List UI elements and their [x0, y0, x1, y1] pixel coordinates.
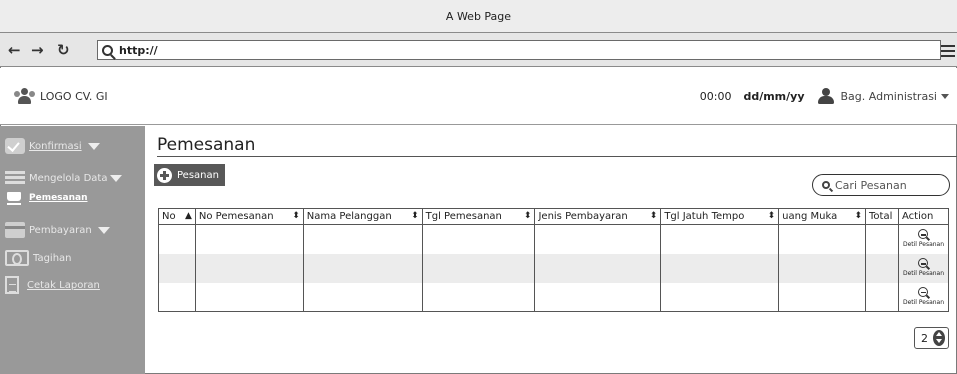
sort-icon: ⬍ — [854, 211, 863, 221]
hamburger-icon[interactable] — [941, 45, 955, 57]
add-pesanan-label: Pesanan — [177, 169, 219, 181]
clock-time: 00:00 — [699, 89, 732, 103]
card-icon — [5, 222, 25, 238]
column-header-tgl-jatuh-tempo[interactable]: Tgl Jatuh Tempo ⬍ — [660, 208, 780, 225]
logo-text: LOGO CV. GI — [40, 89, 108, 103]
sidebar-item-konfirmasi[interactable]: Konfirmasi — [5, 138, 100, 154]
user-icon — [817, 88, 835, 104]
sort-icon: ⬍ — [292, 211, 300, 221]
header-status: 00:00 dd/mm/yy Bag. Administrasi — [700, 88, 949, 104]
zoom-in-icon — [917, 286, 930, 299]
search-icon — [102, 44, 113, 56]
sidebar-item-label: Pembayaran — [29, 224, 92, 236]
sidebar-item-tagihan[interactable]: Tagihan — [5, 250, 72, 266]
sidebar-item-label: Tagihan — [33, 252, 72, 264]
list-icon — [5, 170, 25, 186]
search-input[interactable]: Cari Pesanan — [812, 174, 950, 196]
column-header-tgl-pemesanan[interactable]: Tgl Pemesanan ⬍ — [421, 208, 536, 225]
reload-icon[interactable]: ↻ — [57, 41, 70, 59]
search-placeholder: Cari Pesanan — [835, 178, 907, 192]
column-header-nama-pelanggan[interactable]: Nama Pelanggan ⬍ — [302, 208, 423, 225]
sort-asc-icon: ▲ — [184, 211, 192, 221]
document-icon — [5, 276, 19, 294]
column-header-action: Action — [898, 208, 949, 225]
clock-date: dd/mm/yy — [743, 89, 805, 103]
spinner-icon[interactable] — [933, 330, 945, 346]
logo[interactable]: LOGO CV. GI — [14, 88, 108, 104]
people-icon — [14, 88, 36, 104]
sort-icon: ⬍ — [649, 211, 658, 221]
window-title-bar: A Web Page — [0, 0, 957, 33]
url-text: http:// — [119, 43, 158, 57]
chevron-down-icon — [97, 226, 110, 234]
zoom-in-icon — [917, 258, 930, 270]
sidebar-item-label: Konfirmasi — [29, 140, 82, 152]
orders-table: No ▲ No Pemesanan ⬍ Nama Pelanggan ⬍ Tgl Pe… — [158, 208, 949, 312]
url-input[interactable]: http:// — [97, 40, 941, 60]
search-icon — [822, 181, 830, 189]
cart-icon — [5, 190, 25, 206]
sort-icon: ⬍ — [411, 211, 419, 221]
sidebar-item-label: Cetak Laporan — [27, 279, 100, 291]
sidebar-item-label: Pemesanan — [29, 193, 88, 203]
table-row: Detil Pesanan — [158, 253, 949, 283]
sort-icon: ⬍ — [767, 211, 776, 221]
sidebar-item-pembayaran[interactable]: Pembayaran — [5, 222, 110, 238]
divider — [157, 156, 957, 157]
table-header-row: No ▲ No Pemesanan ⬍ Nama Pelanggan ⬍ Tgl Pe… — [158, 208, 949, 225]
column-header-no[interactable]: No ▲ — [158, 208, 196, 225]
detail-pesanan-button[interactable]: Detil Pesanan — [898, 253, 949, 283]
address-bar: ← → ↻ http:// — [0, 33, 957, 67]
forward-arrow-icon[interactable]: → — [31, 41, 44, 59]
page-title: Pemesanan — [157, 135, 256, 155]
money-icon — [5, 250, 29, 266]
check-icon — [5, 138, 25, 154]
app-header: LOGO CV. GI 00:00 dd/mm/yy Bag. Administ… — [0, 68, 957, 125]
current-page: 2 — [921, 331, 928, 345]
zoom-in-icon — [917, 229, 930, 241]
window-title: A Web Page — [445, 9, 512, 23]
chevron-down-icon — [87, 142, 100, 150]
back-arrow-icon[interactable]: ← — [8, 41, 21, 59]
sort-icon: ⬍ — [523, 211, 532, 221]
chevron-down-icon — [110, 174, 123, 182]
column-header-no-pemesanan[interactable]: No Pemesanan ⬍ — [194, 208, 304, 225]
column-header-jenis-pembayaran[interactable]: Jenis Pembayaran ⬍ — [534, 208, 662, 225]
chevron-down-icon — [941, 94, 949, 99]
sidebar: Konfirmasi Mengelola Data Pemesanan Pemb… — [0, 126, 145, 374]
add-pesanan-button[interactable]: Pesanan — [154, 164, 225, 186]
table-row: Detil Pesanan — [158, 282, 949, 312]
plus-icon — [157, 167, 172, 183]
detail-pesanan-button[interactable]: Detil Pesanan — [898, 282, 949, 312]
column-header-uang-muka[interactable]: uang Muka ⬍ — [778, 208, 867, 225]
user-menu[interactable]: Bag. Administrasi — [841, 90, 949, 103]
sidebar-item-cetak-laporan[interactable]: Cetak Laporan — [5, 276, 100, 294]
detail-pesanan-button[interactable]: Detil Pesanan — [898, 224, 949, 254]
sidebar-item-label: Mengelola Data — [29, 172, 108, 184]
table-row: Detil Pesanan — [158, 224, 949, 254]
sidebar-item-mengelola-data[interactable]: Mengelola Data — [5, 170, 123, 186]
page-stepper[interactable]: 2 — [914, 327, 949, 349]
sidebar-item-pemesanan[interactable]: Pemesanan — [5, 190, 88, 206]
user-label: Bag. Administrasi — [840, 89, 937, 103]
column-header-total: Total — [865, 208, 899, 225]
